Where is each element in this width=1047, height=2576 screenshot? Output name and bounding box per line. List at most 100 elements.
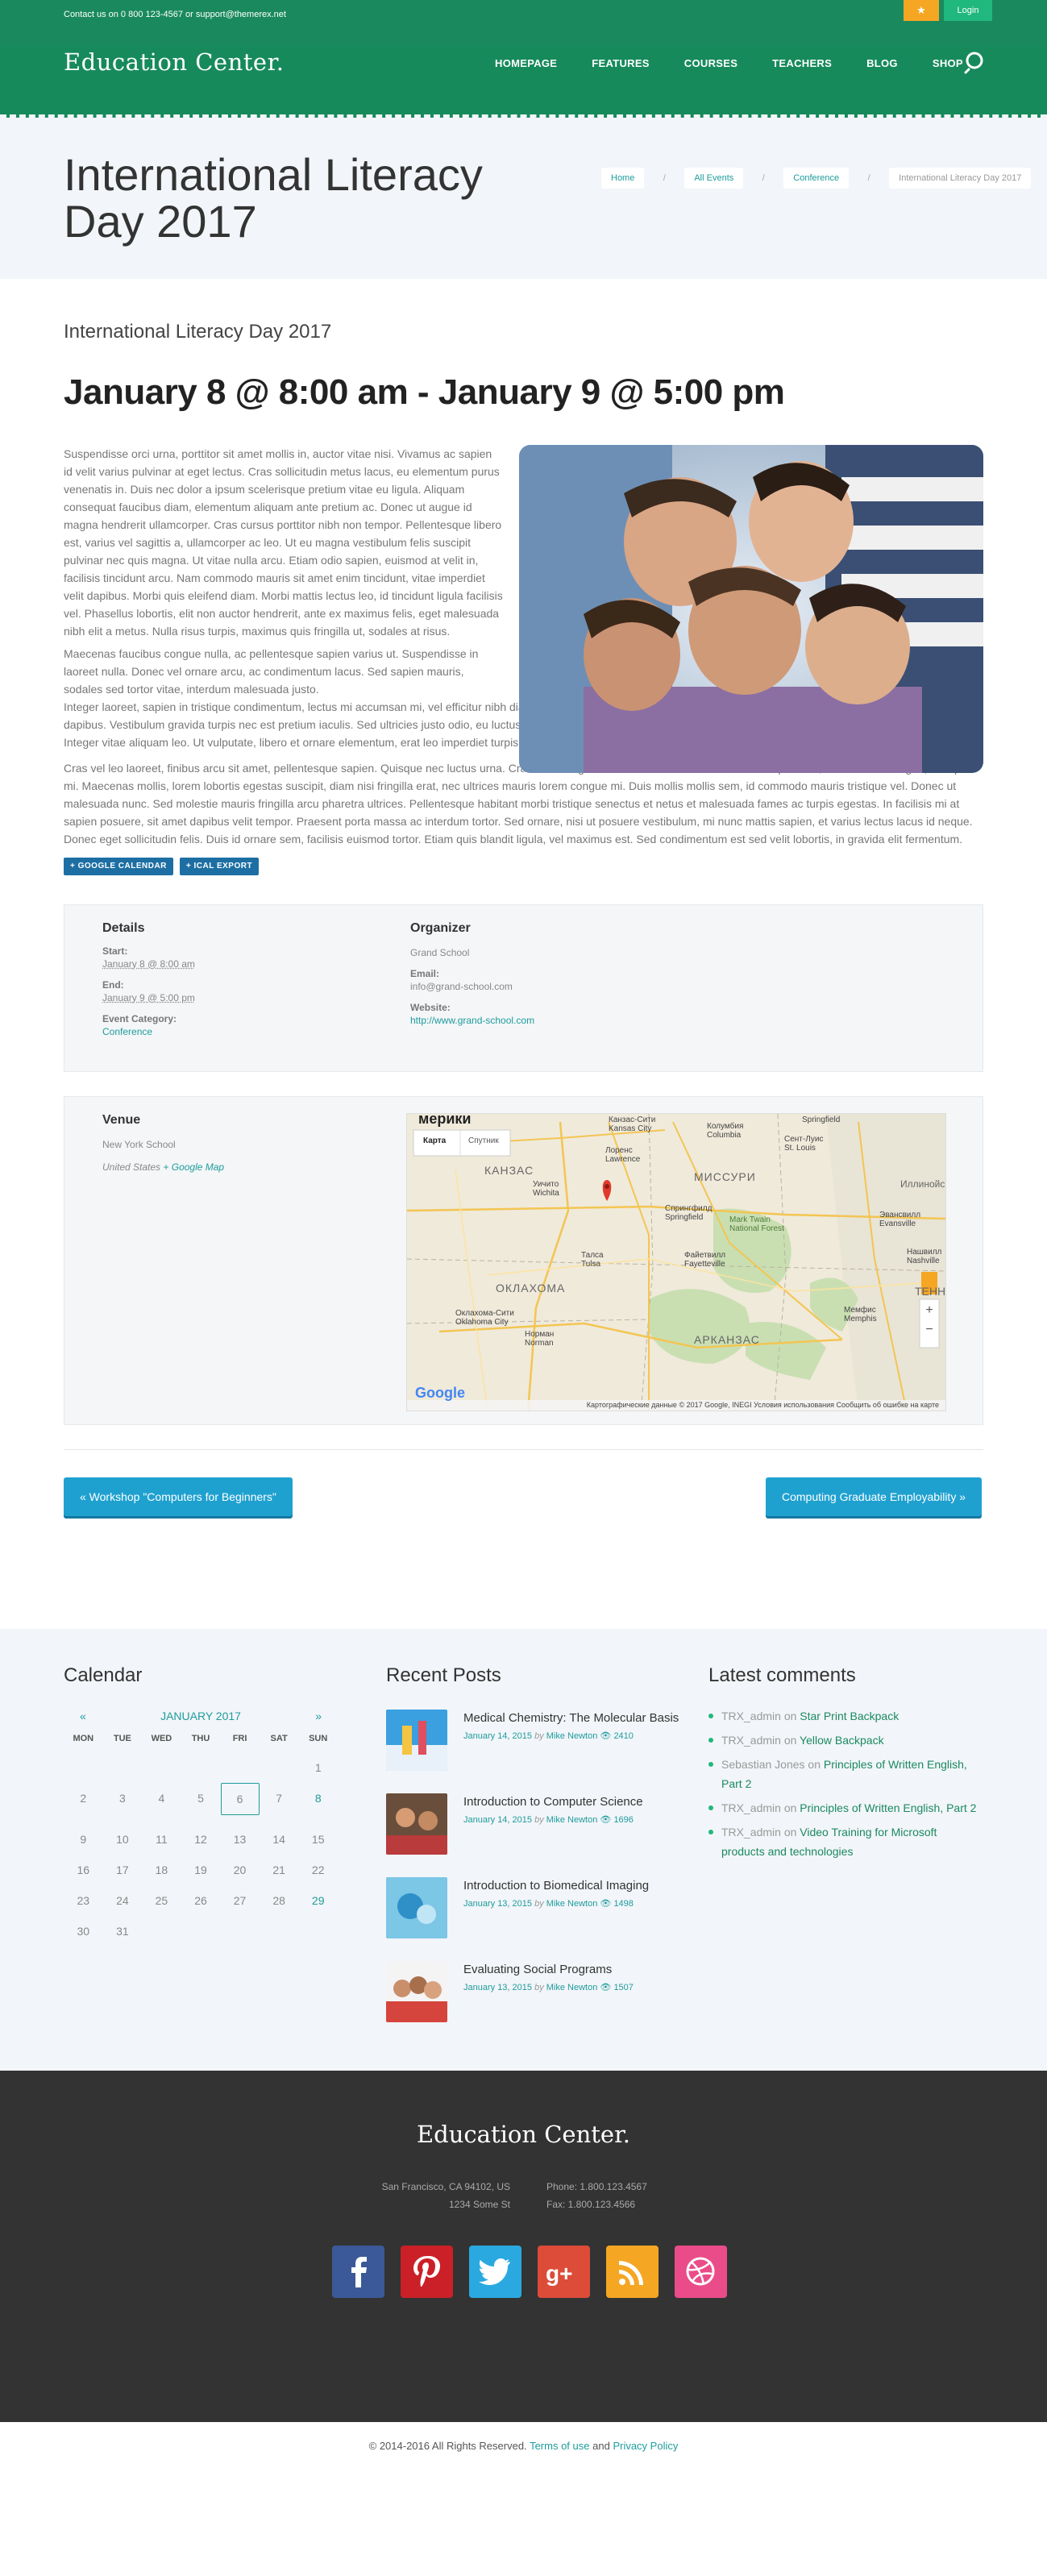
calendar-next-button[interactable]: » (315, 1710, 322, 1722)
website-label: Website: (410, 1002, 451, 1013)
login-button[interactable]: Login (944, 0, 992, 21)
post-author[interactable]: Mike Newton (546, 1731, 598, 1741)
address-line: San Francisco, CA 94102, US (381, 2181, 510, 2192)
venue-map[interactable]: мерики Карта Спутник + − Канзас-Сити Kans… (406, 1113, 946, 1411)
event-content: International Literacy Day 2017 January … (0, 321, 1047, 1519)
map-label: КАНЗАС (484, 1164, 534, 1177)
breadcrumb-home[interactable]: Home (601, 168, 645, 189)
map-label: АРКАНЗАС (694, 1333, 760, 1346)
post-title[interactable]: Medical Chemistry: The Molecular Basis (463, 1710, 679, 1727)
calendar-empty-cell (260, 1925, 299, 1938)
calendar-empty-cell (260, 1761, 299, 1774)
page-title: International Literacy Day 2017 (64, 149, 483, 247)
rss-icon[interactable] (606, 2246, 659, 2298)
search-icon[interactable] (964, 50, 988, 74)
next-event-button[interactable]: Computing Graduate Employability » (765, 1477, 982, 1516)
category-link[interactable]: Conference (102, 1026, 152, 1037)
calendar-day: 1 (314, 1761, 322, 1774)
site-logo[interactable]: Education Center. (64, 48, 284, 76)
ical-export-button[interactable]: + ICAL EXPORT (179, 858, 260, 875)
breadcrumb-separator: / (867, 173, 870, 183)
google-map-link[interactable]: + Google Map (163, 1161, 224, 1173)
post-thumbnail[interactable] (386, 1710, 447, 1771)
footer-logo[interactable]: Education Center. (0, 2121, 1047, 2148)
post-thumbnail[interactable] (386, 1793, 447, 1855)
venue-name: New York School (102, 1139, 176, 1150)
breadcrumb-current: International Literacy Day 2017 (889, 168, 1032, 189)
post-date: January 14, 2015 (463, 1815, 533, 1825)
post-author[interactable]: Mike Newton (546, 1899, 598, 1909)
venue-box: Venue New York School United States + Go… (64, 1096, 983, 1425)
twitter-icon[interactable] (469, 2246, 521, 2298)
copyright-and: and (592, 2440, 610, 2452)
comment-post-link[interactable]: Principles of Written English, Part 2 (800, 1801, 976, 1814)
nav-features[interactable]: FEATURES (592, 57, 650, 69)
comment-item: TRX_admin on Yellow Backpack (708, 1730, 983, 1750)
venue-heading: Venue (102, 1113, 141, 1127)
map-label: Нашвилл Nashville (907, 1248, 942, 1265)
calendar-empty-cell (64, 1761, 103, 1774)
calendar-day: 20 (233, 1863, 247, 1876)
dribbble-icon[interactable] (675, 2246, 727, 2298)
post-views: 1696 (613, 1815, 634, 1825)
facebook-icon[interactable] (332, 2246, 384, 2298)
previous-event-button[interactable]: « Workshop "Computers for Beginners" (64, 1477, 293, 1516)
start-value: January 8 @ 8:00 am (102, 958, 195, 970)
post-by: by (534, 1983, 544, 1992)
start-label: Start: (102, 945, 128, 957)
post-author[interactable]: Mike Newton (546, 1815, 598, 1825)
calendar-empty-cell (103, 1761, 143, 1774)
comment-post-link[interactable]: Yellow Backpack (800, 1734, 884, 1747)
post-date: January 13, 2015 (463, 1983, 533, 1992)
google-calendar-button[interactable]: + GOOGLE CALENDAR (64, 858, 173, 875)
star-button[interactable]: ★ (904, 0, 939, 21)
latest-comments-widget: Latest comments TRX_admin on Star Print … (708, 1664, 983, 1866)
map-label: ТЕННЕ (915, 1285, 946, 1298)
nav-blog[interactable]: BLOG (866, 57, 898, 69)
comment-on: on (783, 1710, 797, 1722)
nav-shop[interactable]: SHOP (933, 57, 963, 69)
support-email-link[interactable]: support@themerex.net (196, 10, 286, 19)
breadcrumb-all-events[interactable]: All Events (684, 168, 744, 189)
calendar-day[interactable]: 29 (298, 1894, 338, 1907)
breadcrumb-conference[interactable]: Conference (783, 168, 850, 189)
nav-teachers[interactable]: TEACHERS (772, 57, 832, 69)
recent-post[interactable]: Evaluating Social Programs January 13, 2… (386, 1961, 679, 2022)
post-title[interactable]: Evaluating Social Programs (463, 1961, 634, 1979)
post-thumbnail[interactable] (386, 1877, 447, 1938)
category-label: Event Category: (102, 1013, 177, 1024)
terms-link[interactable]: Terms of use (530, 2440, 589, 2452)
privacy-link[interactable]: Privacy Policy (613, 2440, 678, 2452)
copyright-bar: © 2014-2016 All Rights Reserved. Terms o… (0, 2422, 1047, 2470)
eye-icon: 👁 (600, 1983, 612, 1992)
recent-post[interactable]: Introduction to Computer Science January… (386, 1793, 679, 1855)
pinterest-icon[interactable] (401, 2246, 453, 2298)
phone-number: Phone: 1.800.123.4567 (546, 2181, 647, 2192)
organizer-website-link[interactable]: http://www.grand-school.com (410, 1015, 534, 1026)
post-by: by (534, 1815, 544, 1825)
calendar-prev-button[interactable]: « (80, 1710, 86, 1722)
eye-icon: 👁 (600, 1815, 612, 1825)
calendar-day[interactable]: 8 (298, 1792, 338, 1815)
calendar-day: 12 (194, 1833, 207, 1846)
nav-courses[interactable]: COURSES (684, 57, 737, 69)
post-thumbnail[interactable] (386, 1961, 447, 2022)
nav-homepage[interactable]: HOMEPAGE (495, 57, 557, 69)
calendar-day: 7 (276, 1792, 283, 1805)
recent-post[interactable]: Medical Chemistry: The Molecular Basis J… (386, 1710, 679, 1771)
post-title[interactable]: Introduction to Computer Science (463, 1793, 643, 1811)
post-title[interactable]: Introduction to Biomedical Imaging (463, 1877, 649, 1895)
post-author[interactable]: Mike Newton (546, 1983, 598, 1992)
calendar-day: 26 (194, 1894, 207, 1907)
recent-post[interactable]: Introduction to Biomedical Imaging Janua… (386, 1877, 679, 1938)
calendar-weekday: TUE (113, 1734, 131, 1743)
comment-post-link[interactable]: Star Print Backpack (800, 1710, 899, 1722)
calendar-day: 30 (77, 1925, 90, 1938)
map-label: Файетвилл Fayetteville (684, 1251, 726, 1269)
google-plus-icon[interactable]: g+ (538, 2246, 590, 2298)
comment-item: TRX_admin on Principles of Written Engli… (708, 1798, 983, 1818)
footer-address: San Francisco, CA 94102, US 1234 Some St (365, 2178, 510, 2213)
calendar-day: 11 (156, 1833, 168, 1846)
top-bar: Contact us on 0 800 123-4567 or support@… (0, 0, 1047, 47)
map-label: Спрингфилд Springfield (665, 1204, 713, 1222)
